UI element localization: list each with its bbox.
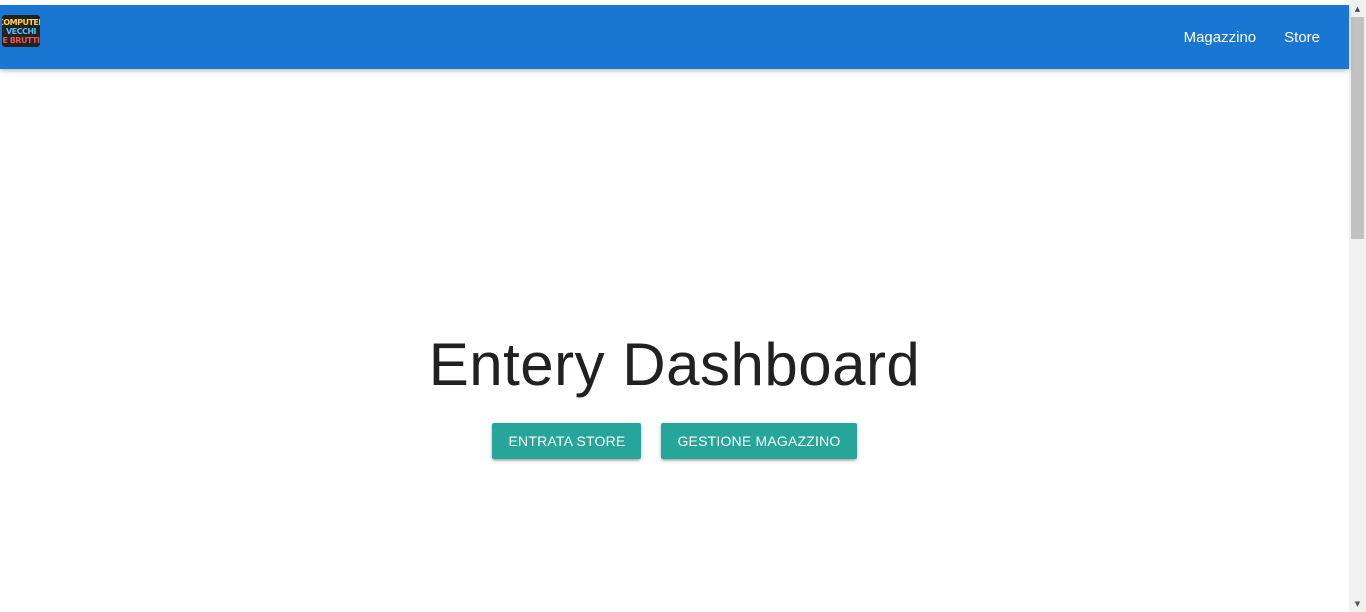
hero-actions: ENTRATA STORE GESTIONE MAGAZZINO [0, 423, 1349, 459]
logo-text-line-2: VECCHI [5, 26, 37, 36]
page: COMPUTER VECCHI E BRUTTI Magazzino Store… [0, 0, 1366, 612]
scroll-up-arrow-icon[interactable]: ▲ [1349, 0, 1366, 17]
brand-logo[interactable]: COMPUTER VECCHI E BRUTTI [2, 15, 40, 47]
nav-links: Magazzino Store [1170, 5, 1334, 69]
entrata-store-button[interactable]: ENTRATA STORE [492, 423, 642, 459]
nav-link-store[interactable]: Store [1270, 29, 1334, 46]
scrollbar-thumb[interactable] [1351, 17, 1364, 239]
logo-text-line-3: E BRUTTI [2, 35, 40, 45]
logo-text-line-1: COMPUTER [2, 17, 40, 27]
vertical-scrollbar[interactable]: ▲ ▼ [1349, 0, 1366, 612]
navbar: COMPUTER VECCHI E BRUTTI Magazzino Store [0, 5, 1349, 69]
scroll-down-arrow-icon[interactable]: ▼ [1349, 595, 1366, 612]
hero-section: Entery Dashboard ENTRATA STORE GESTIONE … [0, 69, 1349, 612]
nav-link-magazzino[interactable]: Magazzino [1170, 29, 1271, 46]
gestione-magazzino-button[interactable]: GESTIONE MAGAZZINO [661, 423, 857, 459]
page-title: Entery Dashboard [428, 331, 921, 398]
